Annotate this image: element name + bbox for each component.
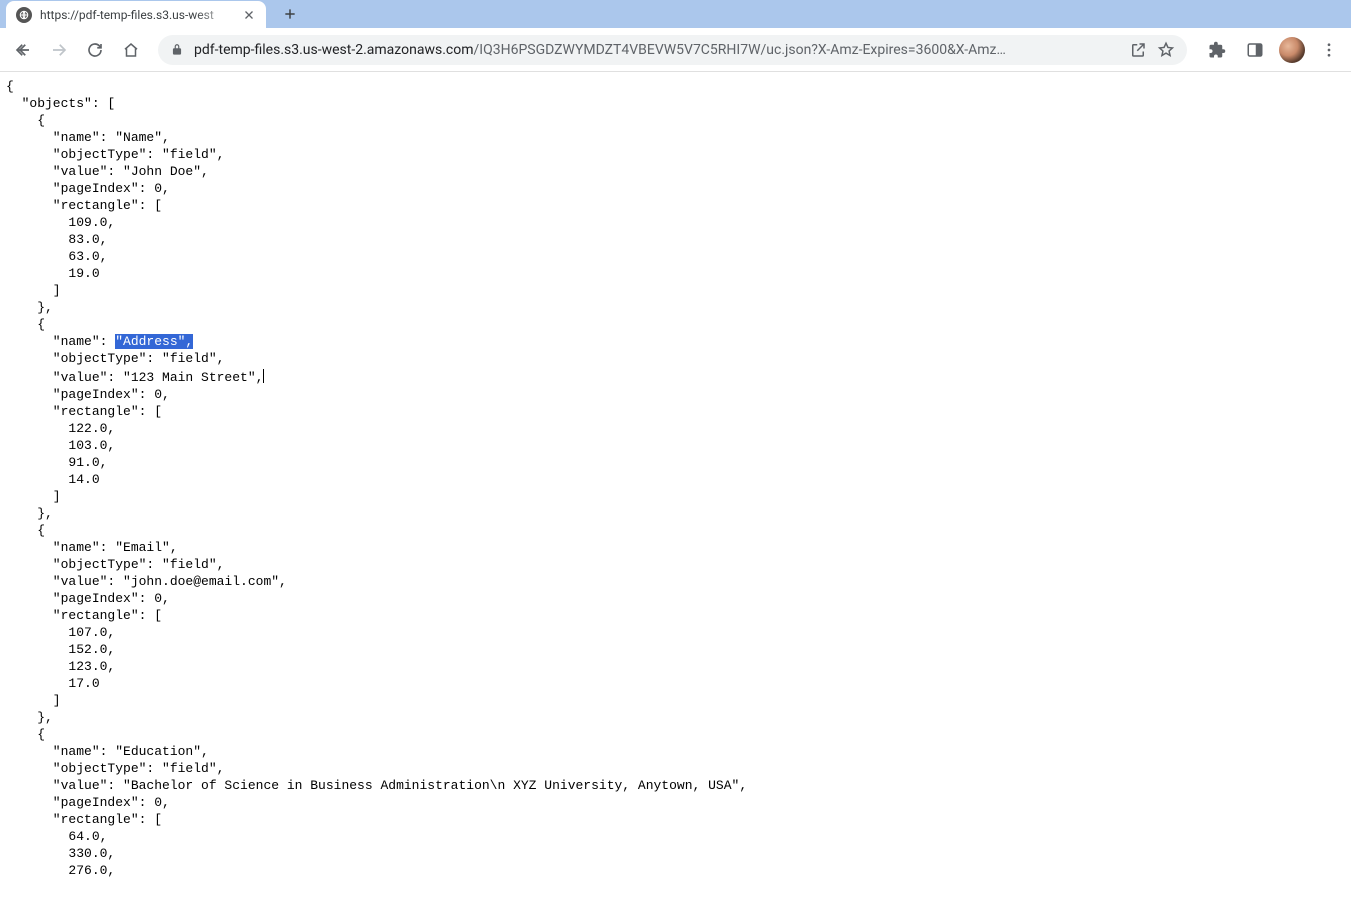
kebab-menu-icon[interactable] [1315, 36, 1343, 64]
back-button[interactable] [8, 35, 38, 65]
text-selection: "Address", [115, 334, 193, 349]
globe-icon [16, 7, 32, 23]
tab-strip: https://pdf-temp-files.s3.us-west [0, 0, 1351, 28]
side-panel-icon[interactable] [1241, 36, 1269, 64]
url-text: pdf-temp-files.s3.us-west-2.amazonaws.co… [194, 42, 1119, 58]
close-tab-icon[interactable] [242, 8, 256, 22]
forward-button[interactable] [44, 35, 74, 65]
text-cursor [263, 369, 264, 383]
browser-tab[interactable]: https://pdf-temp-files.s3.us-west [6, 1, 266, 28]
url-path: /IQ3H6PSGDZWYMDZT4VBEVW5V7C5RHI7W/uc.jso… [474, 42, 1006, 58]
extensions-icon[interactable] [1203, 36, 1231, 64]
page-content[interactable]: { "objects": [ { "name": "Name", "object… [0, 72, 1351, 905]
browser-toolbar: pdf-temp-files.s3.us-west-2.amazonaws.co… [0, 28, 1351, 72]
share-icon[interactable] [1129, 41, 1147, 59]
reload-button[interactable] [80, 35, 110, 65]
profile-avatar[interactable] [1279, 37, 1305, 63]
lock-icon [170, 43, 184, 57]
bookmark-star-icon[interactable] [1157, 41, 1175, 59]
url-host: pdf-temp-files.s3.us-west-2.amazonaws.co… [194, 42, 474, 58]
home-button[interactable] [116, 35, 146, 65]
json-text[interactable]: { "objects": [ { "name": "Name", "object… [0, 72, 1351, 905]
toolbar-right-icons [1203, 36, 1343, 64]
new-tab-button[interactable] [276, 2, 304, 26]
tab-title: https://pdf-temp-files.s3.us-west [40, 8, 234, 22]
address-bar[interactable]: pdf-temp-files.s3.us-west-2.amazonaws.co… [158, 35, 1187, 65]
